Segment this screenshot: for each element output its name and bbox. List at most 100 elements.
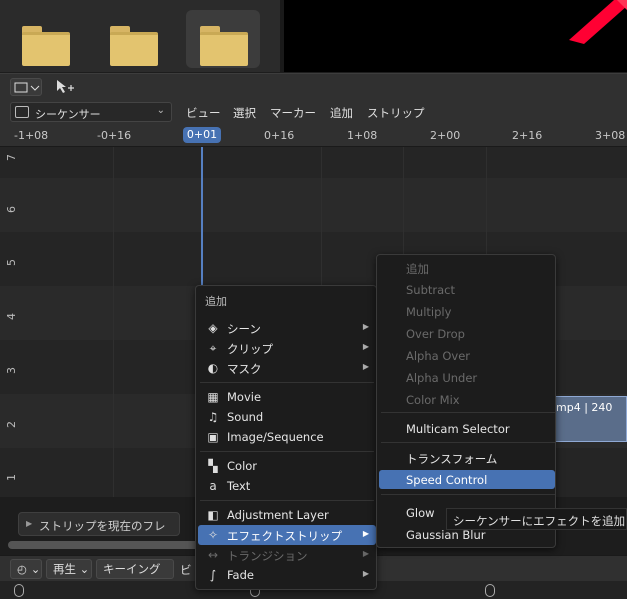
effect-item-alpha-under[interactable]: Alpha Under <box>379 368 555 387</box>
menu-item-label: トランジション <box>227 549 308 563</box>
effect-icon: ✧ <box>207 528 219 542</box>
editor-type-label: シーケンサー <box>35 108 101 121</box>
preview-image <box>569 0 627 44</box>
tool-select-button[interactable] <box>10 78 42 96</box>
menu-item-scene[interactable]: ◈ シーン ▶ <box>198 318 376 338</box>
menu-item-movie[interactable]: ▦ Movie <box>198 387 376 407</box>
effect-item-multicam[interactable]: Multicam Selector <box>379 419 555 438</box>
menu-item-label: Glow <box>406 506 435 520</box>
image-icon: ▣ <box>207 430 219 444</box>
menu-item-sound[interactable]: ♫ Sound <box>198 407 376 427</box>
effect-item-alpha-over[interactable]: Alpha Over <box>379 346 555 365</box>
chevron-down-icon: ⌄ <box>79 562 90 576</box>
strip-to-frame-label: ストリップを現在のフレ <box>39 519 166 533</box>
effect-item-speed-control[interactable]: Speed Control <box>379 470 555 489</box>
ruler-tick: 2+16 <box>512 129 543 142</box>
menu-item-label: Over Drop <box>406 327 465 341</box>
effect-item-transform[interactable]: トランスフォーム <box>379 448 555 467</box>
menu-item-mask[interactable]: ◐ マスク ▶ <box>198 358 376 378</box>
channel-number: 6 <box>5 206 18 213</box>
submenu-arrow-icon: ▶ <box>362 362 369 371</box>
mask-icon: ◐ <box>207 361 219 375</box>
playback-menu[interactable]: 再生 ⌄ <box>46 559 92 579</box>
folder-icon[interactable] <box>186 10 260 68</box>
playhead-line[interactable] <box>201 147 203 295</box>
menu-item-label: Movie <box>227 390 262 404</box>
menu-item-label: クリップ <box>227 342 273 356</box>
menu-strip[interactable]: ストリップ <box>367 105 425 121</box>
menu-item-label: Color Mix <box>406 393 460 407</box>
effect-item-multiply[interactable]: Multiply <box>379 302 555 321</box>
menu-item-label: 追加 <box>406 262 429 276</box>
file-browser <box>0 0 280 72</box>
menu-item-adjustment-layer[interactable]: ◧ Adjustment Layer <box>198 505 376 525</box>
playhead-frame-label[interactable]: 0+01 <box>183 127 221 143</box>
sequencer-preview <box>284 0 627 72</box>
menu-separator <box>200 500 374 501</box>
folder-icon[interactable] <box>8 10 82 68</box>
menu-view[interactable]: ビュー <box>186 105 221 121</box>
menu-select[interactable]: 選択 <box>233 105 256 121</box>
tool-header <box>0 73 627 99</box>
view-menu-partial[interactable]: ビ <box>180 562 192 578</box>
ruler-tick: -0+16 <box>97 129 132 142</box>
ruler-tick: 2+00 <box>430 129 461 142</box>
menu-marker[interactable]: マーカー <box>270 105 316 121</box>
menu-item-color[interactable]: ▚ Color <box>198 456 376 476</box>
ruler-tick: -1+08 <box>14 129 49 142</box>
menu-item-label: Image/Sequence <box>227 430 324 444</box>
channel-number: 7 <box>5 154 18 161</box>
effect-item-color-mix[interactable]: Color Mix <box>379 390 555 409</box>
menu-separator <box>381 494 555 495</box>
add-menu-title: 追加 <box>205 295 227 308</box>
ruler-tick: 3+08 <box>595 129 626 142</box>
tool-icon <box>14 82 40 93</box>
mouse-right-icon <box>485 584 495 597</box>
menu-item-label: Speed Control <box>406 473 488 487</box>
menu-item-text[interactable]: a Text <box>198 476 376 496</box>
ruler-tick: 1+08 <box>347 129 378 142</box>
menu-item-label: トランスフォーム <box>406 452 498 466</box>
chevron-down-icon: ⌄ <box>156 105 165 116</box>
grid-line <box>113 147 114 497</box>
move-tool-icon[interactable] <box>54 78 76 96</box>
submenu-arrow-icon: ▶ <box>362 529 369 538</box>
menu-item-label: Multiply <box>406 305 452 319</box>
menu-item-label: マスク <box>227 362 262 376</box>
channel-lane <box>0 178 627 232</box>
strip-to-current-frame-panel[interactable]: ▶ ストリップを現在のフレ <box>18 512 180 536</box>
menu-item-label: Color <box>227 459 258 473</box>
ruler-tick: 0+16 <box>264 129 295 142</box>
channel-lane <box>0 147 627 178</box>
channel-number: 3 <box>5 367 18 374</box>
submenu-arrow-icon: ▶ <box>362 549 369 558</box>
strip-label: mp4 | 240 <box>556 401 613 414</box>
keying-menu[interactable]: キーイング ⌄ <box>96 559 174 594</box>
tooltip-text: シーケンサーにエフェクトを追加し <box>453 514 627 528</box>
menu-item-label: Text <box>227 479 251 493</box>
time-ruler[interactable]: -1+08 -0+16 0+01 0+16 1+08 2+00 2+16 3+0… <box>0 125 627 147</box>
menu-item-image-sequence[interactable]: ▣ Image/Sequence <box>198 427 376 447</box>
horizontal-scrollbar[interactable] <box>8 541 208 549</box>
effect-item-add[interactable]: 追加 <box>379 258 555 277</box>
movie-strip[interactable]: mp4 | 240 <box>553 396 627 442</box>
submenu-arrow-icon: ▶ <box>362 569 369 578</box>
effect-item-subtract[interactable]: Subtract <box>379 280 555 299</box>
text-icon: a <box>209 479 217 493</box>
hover-tooltip: シーケンサーにエフェクトを追加し <box>446 508 627 530</box>
mouse-left-icon <box>14 584 24 597</box>
folder-icon[interactable] <box>96 10 170 68</box>
menu-item-clip[interactable]: ⌖ クリップ ▶ <box>198 338 376 358</box>
menu-item-fade[interactable]: ∫ Fade ▶ <box>198 565 376 585</box>
editor-header: シーケンサー ⌄ ビュー 選択 マーカー 追加 ストリップ <box>0 99 627 125</box>
menu-item-effect-strip[interactable]: ✧ エフェクトストリップ ▶ <box>198 525 376 545</box>
transition-icon: ↔ <box>207 548 219 562</box>
effect-item-over-drop[interactable]: Over Drop <box>379 324 555 343</box>
menu-separator <box>200 451 374 452</box>
editor-type-button[interactable]: ◴ ⌄ <box>10 559 42 579</box>
menu-item-label: シーン <box>227 322 261 336</box>
menu-add[interactable]: 追加 <box>330 105 353 121</box>
menu-item-transition[interactable]: ↔ トランジション ▶ <box>198 545 376 565</box>
editor-type-select[interactable]: シーケンサー ⌄ <box>10 102 172 122</box>
menu-separator <box>381 442 555 443</box>
